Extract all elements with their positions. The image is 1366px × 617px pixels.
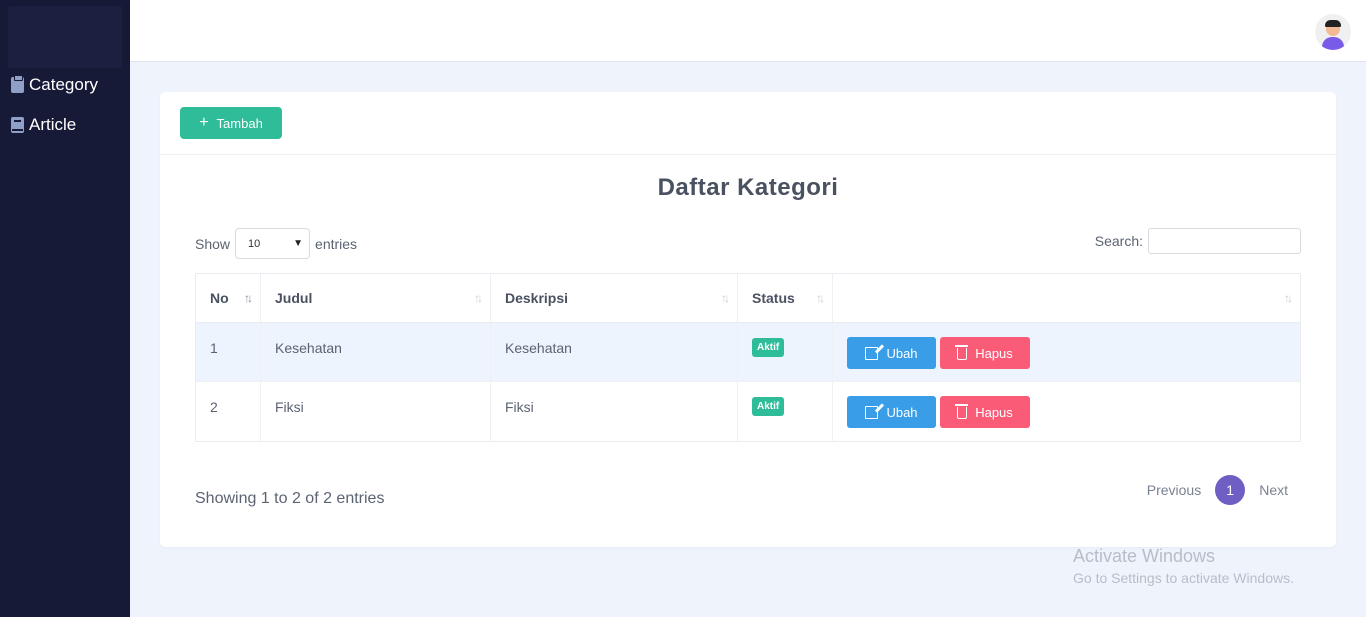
delete-button[interactable]: Hapus bbox=[940, 396, 1030, 428]
delete-button-label: Hapus bbox=[975, 345, 1013, 361]
entries-select[interactable]: 10 ▼ bbox=[235, 228, 311, 259]
cell-actions: Ubah Hapus bbox=[833, 323, 1300, 381]
cell-status: Aktif bbox=[738, 323, 833, 381]
plus-icon: + bbox=[199, 114, 209, 131]
edit-icon bbox=[865, 405, 879, 419]
column-header-judul[interactable]: Judul ↑↓ bbox=[261, 274, 491, 322]
table-header-row: No ↑↓ Judul ↑↓ Deskripsi ↑↓ Status ↑↓ ↑↓ bbox=[196, 274, 1300, 323]
entries-select-value: 10 bbox=[248, 237, 261, 250]
column-header-label: Status bbox=[752, 290, 795, 306]
sidebar-item-label: Article bbox=[29, 115, 77, 134]
edit-button-label: Ubah bbox=[886, 404, 918, 420]
column-header-label: No bbox=[210, 290, 229, 306]
sidebar: Category Article bbox=[0, 0, 130, 617]
trash-icon bbox=[955, 404, 969, 419]
cell-judul: Fiksi bbox=[261, 382, 491, 441]
column-header-label: Judul bbox=[275, 290, 313, 306]
cell-no: 2 bbox=[196, 382, 261, 441]
sort-icon: ↑↓ bbox=[816, 291, 825, 305]
cell-no: 1 bbox=[196, 323, 261, 381]
entries-length-control: Show 10 ▼ entries bbox=[195, 228, 357, 259]
search-label: Search: bbox=[1094, 233, 1143, 249]
page-number-button[interactable]: 1 bbox=[1215, 475, 1246, 505]
edit-button[interactable]: Ubah bbox=[847, 396, 936, 428]
edit-icon bbox=[865, 346, 879, 360]
book-icon bbox=[11, 117, 24, 133]
table-row: 1 Kesehatan Kesehatan Aktif Ubah Hapus bbox=[196, 323, 1300, 382]
top-header bbox=[130, 0, 1366, 62]
table-row: 2 Fiksi Fiksi Aktif Ubah Hapus bbox=[196, 382, 1300, 441]
edit-button[interactable]: Ubah bbox=[847, 337, 936, 369]
next-page-button[interactable]: Next bbox=[1259, 482, 1288, 498]
entries-label: entries bbox=[315, 235, 358, 252]
category-table: No ↑↓ Judul ↑↓ Deskripsi ↑↓ Status ↑↓ ↑↓… bbox=[195, 273, 1301, 442]
page-title: Daftar Kategori bbox=[657, 174, 839, 201]
column-header-actions[interactable]: ↑↓ bbox=[833, 274, 1300, 322]
cell-actions: Ubah Hapus bbox=[833, 382, 1300, 441]
card-header: + Tambah bbox=[160, 92, 1336, 155]
watermark-title: Activate Windows bbox=[1073, 546, 1216, 566]
windows-activation-watermark: Activate Windows Go to Settings to activ… bbox=[1073, 546, 1294, 586]
sort-icon: ↑↓ bbox=[1284, 291, 1293, 305]
category-card: + Tambah Daftar Kategori Show 10 ▼ entri… bbox=[160, 92, 1336, 547]
column-header-status[interactable]: Status ↑↓ bbox=[738, 274, 833, 322]
add-button[interactable]: + Tambah bbox=[180, 107, 282, 139]
user-avatar-icon[interactable] bbox=[1315, 14, 1351, 50]
sort-icon: ↑↓ bbox=[721, 291, 730, 305]
pagination: Previous 1 Next bbox=[1147, 475, 1288, 505]
search-control: Search: bbox=[1095, 228, 1301, 254]
clipboard-icon bbox=[11, 75, 24, 93]
column-header-deskripsi[interactable]: Deskripsi ↑↓ bbox=[491, 274, 738, 322]
show-label: Show bbox=[195, 235, 231, 252]
cell-deskripsi: Fiksi bbox=[491, 382, 738, 441]
sort-icon: ↑↓ bbox=[474, 291, 483, 305]
cell-status: Aktif bbox=[738, 382, 833, 441]
sidebar-item-article[interactable]: Article bbox=[11, 115, 76, 135]
column-header-label: Deskripsi bbox=[505, 290, 569, 306]
add-button-label: Tambah bbox=[216, 115, 263, 131]
cell-judul: Kesehatan bbox=[261, 323, 491, 381]
brand-logo-area bbox=[8, 6, 122, 68]
sort-icon: ↑↓ bbox=[244, 291, 253, 305]
status-badge: Aktif bbox=[752, 397, 785, 416]
edit-button-label: Ubah bbox=[886, 345, 918, 361]
chevron-down-icon: ▼ bbox=[293, 238, 304, 249]
delete-button-label: Hapus bbox=[975, 404, 1013, 420]
sidebar-item-category[interactable]: Category bbox=[11, 75, 98, 95]
status-badge: Aktif bbox=[752, 338, 785, 357]
previous-page-button[interactable]: Previous bbox=[1147, 482, 1201, 498]
sidebar-item-label: Category bbox=[29, 75, 98, 94]
cell-deskripsi: Kesehatan bbox=[491, 323, 738, 381]
column-header-no[interactable]: No ↑↓ bbox=[196, 274, 261, 322]
watermark-subtitle: Go to Settings to activate Windows. bbox=[1073, 570, 1294, 586]
table-info: Showing 1 to 2 of 2 entries bbox=[195, 490, 385, 507]
delete-button[interactable]: Hapus bbox=[940, 337, 1030, 369]
search-input[interactable] bbox=[1148, 228, 1301, 254]
trash-icon bbox=[955, 345, 969, 360]
